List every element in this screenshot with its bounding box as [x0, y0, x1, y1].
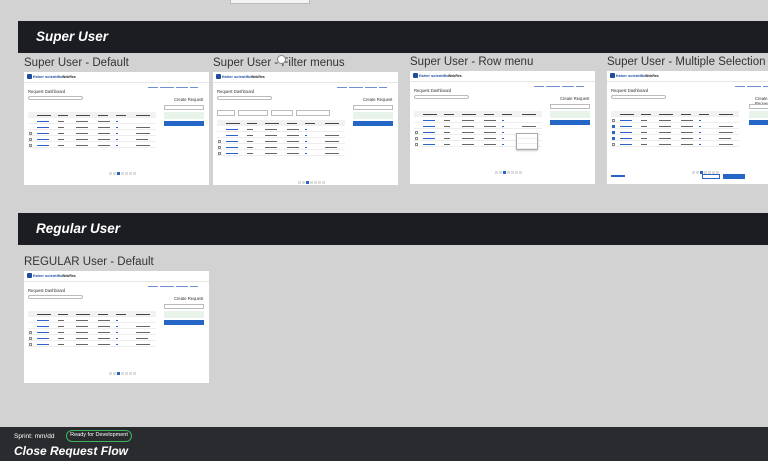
request-table[interactable]: [611, 111, 739, 147]
dashboard-title: Request Dashboard: [414, 88, 452, 93]
filter-row[interactable]: [28, 303, 139, 316]
frame-label-su-row: Super User - Row menu: [410, 56, 534, 68]
pagination[interactable]: [108, 162, 136, 175]
logo: fisher scientific: [610, 73, 645, 79]
logo: fisher scientific: [27, 273, 62, 279]
sprint-label: Sprint: mm/dd: [14, 433, 55, 440]
create-request-panel[interactable]: [164, 304, 204, 325]
status-badge: Ready for Development: [66, 430, 132, 442]
section-header-regular-user: Regular User: [18, 213, 768, 245]
header-links: [733, 74, 768, 87]
search-input[interactable]: [414, 95, 469, 99]
pagination[interactable]: [494, 161, 522, 174]
search-input[interactable]: [611, 95, 666, 99]
dashboard-title: Request Dashboard: [217, 89, 255, 94]
flow-footer-bar: Sprint: mm/dd Ready for Development Clos…: [0, 427, 768, 461]
flow-title: Close Request Flow: [14, 444, 129, 458]
filter-row[interactable]: [414, 103, 525, 116]
frame-label-su-default: Super User - Default: [24, 57, 129, 69]
frame-su-default[interactable]: fisher scientific WebRes Request Dashboa…: [24, 72, 209, 185]
filter-row[interactable]: [28, 104, 139, 117]
logo: fisher scientific: [413, 73, 448, 79]
logo: fisher scientific: [216, 74, 251, 80]
search-input[interactable]: [28, 295, 83, 299]
create-request-title: Create Request: [174, 97, 204, 102]
section-header-super-user: Super User: [18, 21, 768, 53]
artboard-tab: [230, 0, 310, 4]
search-input[interactable]: [217, 96, 272, 100]
mockup-header: fisher scientific WebRes: [213, 72, 398, 88]
dashboard-title: Request Dashboard: [28, 288, 66, 293]
pagination[interactable]: [108, 362, 136, 375]
search-input[interactable]: [28, 96, 83, 100]
filter-row[interactable]: [611, 103, 722, 116]
filter-chips[interactable]: [217, 112, 335, 125]
create-request-panel[interactable]: [550, 104, 590, 125]
pagination[interactable]: [297, 171, 325, 184]
frame-label-regular-default: REGULAR User - Default: [24, 256, 154, 268]
request-table[interactable]: [28, 311, 156, 347]
create-request-title: Create Request: [363, 97, 393, 102]
create-request-panel[interactable]: [749, 104, 768, 125]
bulk-action-link[interactable]: [611, 175, 625, 177]
dashboard-title: Request Dashboard: [611, 88, 649, 93]
create-request-panel[interactable]: [353, 105, 393, 126]
create-request-title: Create Request: [560, 96, 590, 101]
request-table[interactable]: [28, 112, 156, 148]
create-request-panel[interactable]: [164, 105, 204, 126]
pagination[interactable]: [691, 161, 719, 174]
mockup-header: fisher scientific WebRes: [24, 271, 209, 287]
frame-regular-default[interactable]: fisher scientific WebRes Request Dashboa…: [24, 271, 209, 383]
bulk-primary-button[interactable]: [723, 174, 745, 179]
mockup-header: fisher scientific WebRes: [607, 71, 768, 87]
app-name: WebRes: [448, 74, 462, 78]
app-name: WebRes: [645, 74, 659, 78]
row-context-menu[interactable]: [516, 133, 538, 150]
app-name: WebRes: [251, 75, 265, 79]
header-links: [532, 74, 592, 87]
header-links: [146, 75, 206, 88]
bulk-secondary-button[interactable]: [702, 174, 720, 179]
dashboard-title: Request Dashboard: [28, 89, 66, 94]
header-links: [335, 75, 395, 88]
frame-label-su-multi: Super User - Multiple Selection: [607, 56, 766, 68]
frame-su-row[interactable]: fisher scientific WebRes Request Dashboa…: [410, 71, 595, 184]
app-name: WebRes: [62, 274, 76, 278]
frame-su-filter[interactable]: fisher scientific WebRes Request Dashboa…: [213, 72, 398, 185]
create-request-title: Create Request: [174, 296, 204, 301]
app-name: WebRes: [62, 75, 76, 79]
frame-su-multi[interactable]: fisher scientific WebRes Request Dashboa…: [607, 71, 768, 184]
mockup-header: fisher scientific WebRes: [410, 71, 595, 87]
request-table[interactable]: [217, 120, 345, 156]
header-links: [146, 274, 206, 287]
section-title: Super User: [36, 29, 109, 44]
mockup-header: fisher scientific WebRes: [24, 72, 209, 88]
filter-row[interactable]: [217, 103, 333, 116]
section-title: Regular User: [36, 221, 121, 236]
cursor-icon: [277, 55, 286, 64]
logo: fisher scientific: [27, 74, 62, 80]
